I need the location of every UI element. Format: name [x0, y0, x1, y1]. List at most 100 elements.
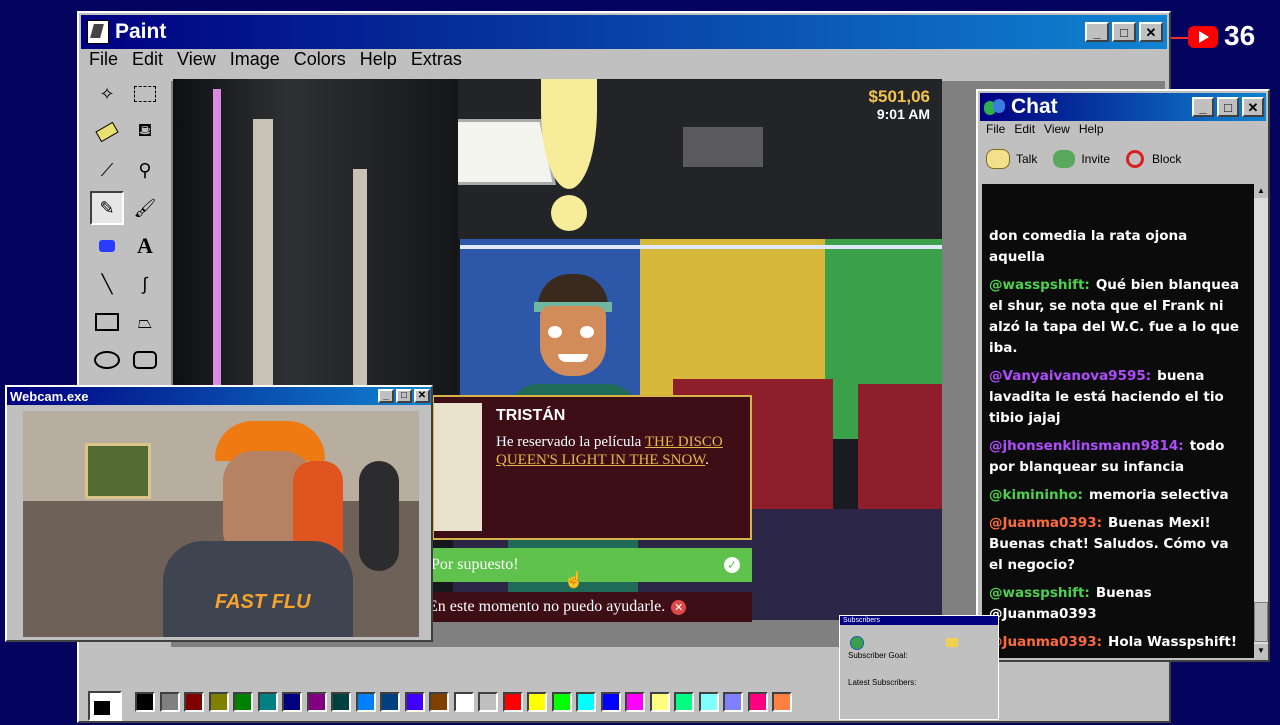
- webcam-title: Webcam.exe: [10, 388, 89, 404]
- color-swatch[interactable]: [429, 692, 449, 712]
- chat-menu-file[interactable]: File: [986, 122, 1005, 136]
- chat-text: Hola Wasspshift!: [1108, 634, 1238, 650]
- dialogue-box: TRISTÁN He reservado la película THE DIS…: [432, 395, 752, 540]
- webcam-close-button[interactable]: ✕: [414, 389, 430, 403]
- option-yes-button[interactable]: Por supuesto! ✓: [430, 548, 752, 582]
- minimize-button[interactable]: _: [1085, 22, 1109, 42]
- chat-username[interactable]: @Juanma0393:: [989, 515, 1102, 531]
- text-icon[interactable]: A: [128, 229, 162, 263]
- youtube-counter: 36: [1170, 20, 1270, 56]
- airbrush-icon[interactable]: [90, 229, 124, 263]
- chat-username[interactable]: @wasspshift:: [989, 585, 1090, 601]
- paint-menubar: File Edit View Image Colors Help Extras: [89, 49, 476, 70]
- color-swatch[interactable]: [380, 692, 400, 712]
- scroll-up-icon[interactable]: ▲: [1254, 184, 1268, 198]
- color-swatch[interactable]: [772, 692, 792, 712]
- webcam-minimize-button[interactable]: _: [378, 389, 394, 403]
- picker-icon[interactable]: ⟋: [90, 153, 124, 187]
- color-swatch[interactable]: [674, 692, 694, 712]
- menu-edit[interactable]: Edit: [132, 49, 163, 70]
- chat-message: @kimininho: memoria selectiva: [989, 485, 1246, 506]
- color-swatch[interactable]: [576, 692, 596, 712]
- chat-titlebar[interactable]: Chat _ □ ✕: [980, 93, 1266, 121]
- chat-username[interactable]: @wasspshift:: [989, 277, 1090, 293]
- vent: [683, 127, 763, 167]
- magnifier-icon[interactable]: ⚲: [128, 153, 162, 187]
- scroll-thumb[interactable]: [1254, 602, 1268, 642]
- color-swatch[interactable]: [135, 692, 155, 712]
- color-swatch[interactable]: [723, 692, 743, 712]
- color-swatch[interactable]: [453, 692, 474, 712]
- option-yes-label: Por supuesto!: [431, 556, 519, 573]
- chat-username[interactable]: @Juanma0393:: [989, 634, 1102, 650]
- brush-icon[interactable]: 🖌: [128, 191, 162, 225]
- option-no-button[interactable]: En este momento no puedo ayudarle. ✕: [428, 592, 752, 622]
- chat-close-button[interactable]: ✕: [1242, 97, 1264, 117]
- chat-messages: don comedia la rata ojona aquella @wassps…: [982, 184, 1254, 658]
- money-display: $501,06: [868, 87, 930, 106]
- youtube-line: [1170, 37, 1190, 39]
- chat-scrollbar[interactable]: ▲ ▼: [1254, 184, 1268, 658]
- curve-icon[interactable]: ∫: [128, 267, 162, 301]
- color-swatch[interactable]: [184, 692, 204, 712]
- menu-colors[interactable]: Colors: [294, 49, 346, 70]
- webcam-titlebar[interactable]: Webcam.exe _ □ ✕: [7, 387, 431, 405]
- color-swatch[interactable]: [698, 692, 719, 712]
- free-select-icon[interactable]: ✧: [90, 77, 124, 111]
- chat-username[interactable]: @jhonsenklinsmann9814:: [989, 438, 1184, 454]
- webcam-maximize-button[interactable]: □: [396, 389, 412, 403]
- color-swatch[interactable]: [625, 692, 645, 712]
- color-swatch[interactable]: [306, 692, 327, 712]
- color-swatch[interactable]: [404, 692, 425, 712]
- menu-extras[interactable]: Extras: [411, 49, 462, 70]
- invite-button[interactable]: Invite: [1053, 150, 1110, 168]
- color-swatch[interactable]: [331, 692, 351, 712]
- subscribers-titlebar[interactable]: Subscribers: [840, 616, 998, 625]
- maximize-button[interactable]: □: [1112, 22, 1136, 42]
- color-swatch[interactable]: [355, 692, 376, 712]
- line-icon[interactable]: ╲: [90, 267, 124, 301]
- chat-text: memoria selectiva: [1088, 487, 1229, 503]
- chat-maximize-button[interactable]: □: [1217, 97, 1239, 117]
- paint-app-icon: [87, 20, 109, 44]
- paint-titlebar[interactable]: Paint _ □ ✕: [81, 15, 1167, 49]
- block-button[interactable]: Block: [1126, 150, 1181, 168]
- color-swatch[interactable]: [551, 692, 572, 712]
- color-swatch[interactable]: [282, 692, 302, 712]
- color-swatch[interactable]: [478, 692, 498, 712]
- scroll-down-icon[interactable]: ▼: [1254, 644, 1268, 658]
- rectangle-icon[interactable]: [90, 305, 124, 339]
- color-swatch[interactable]: [233, 692, 253, 712]
- color-swatch[interactable]: [257, 692, 278, 712]
- menu-image[interactable]: Image: [230, 49, 280, 70]
- chat-minimize-button[interactable]: _: [1192, 97, 1214, 117]
- chat-username[interactable]: @Vanyaivanova9595:: [989, 368, 1151, 384]
- color-swatch[interactable]: [502, 692, 523, 712]
- ellipse-icon[interactable]: [90, 343, 124, 377]
- menu-file[interactable]: File: [89, 49, 118, 70]
- color-swatch[interactable]: [527, 692, 547, 712]
- chat-menu-edit[interactable]: Edit: [1014, 122, 1035, 136]
- talk-button[interactable]: Talk: [986, 149, 1037, 169]
- chat-username[interactable]: @kimininho:: [989, 487, 1083, 503]
- polygon-icon[interactable]: ⏢: [128, 305, 162, 339]
- fill-icon[interactable]: ⛾: [128, 115, 162, 149]
- color-swatch[interactable]: [600, 692, 621, 712]
- rounded-rect-icon[interactable]: [128, 343, 162, 377]
- eraser-icon[interactable]: [90, 115, 124, 149]
- menu-help[interactable]: Help: [360, 49, 397, 70]
- menu-view[interactable]: View: [177, 49, 216, 70]
- invite-label: Invite: [1081, 152, 1111, 166]
- close-button[interactable]: ✕: [1139, 22, 1163, 42]
- color-swatch[interactable]: [747, 692, 768, 712]
- chat-message: @jhonsenklinsmann9814: todo por blanquear…: [989, 436, 1246, 478]
- chat-menu-help[interactable]: Help: [1079, 122, 1104, 136]
- pencil-icon[interactable]: ✎: [90, 191, 124, 225]
- rect-select-icon[interactable]: [128, 77, 162, 111]
- dialogue-text: He reservado la película THE DISCO QUEEN…: [496, 434, 744, 469]
- current-colors[interactable]: [88, 691, 122, 721]
- color-swatch[interactable]: [208, 692, 229, 712]
- color-swatch[interactable]: [159, 692, 180, 712]
- chat-menu-view[interactable]: View: [1044, 122, 1070, 136]
- color-swatch[interactable]: [649, 692, 670, 712]
